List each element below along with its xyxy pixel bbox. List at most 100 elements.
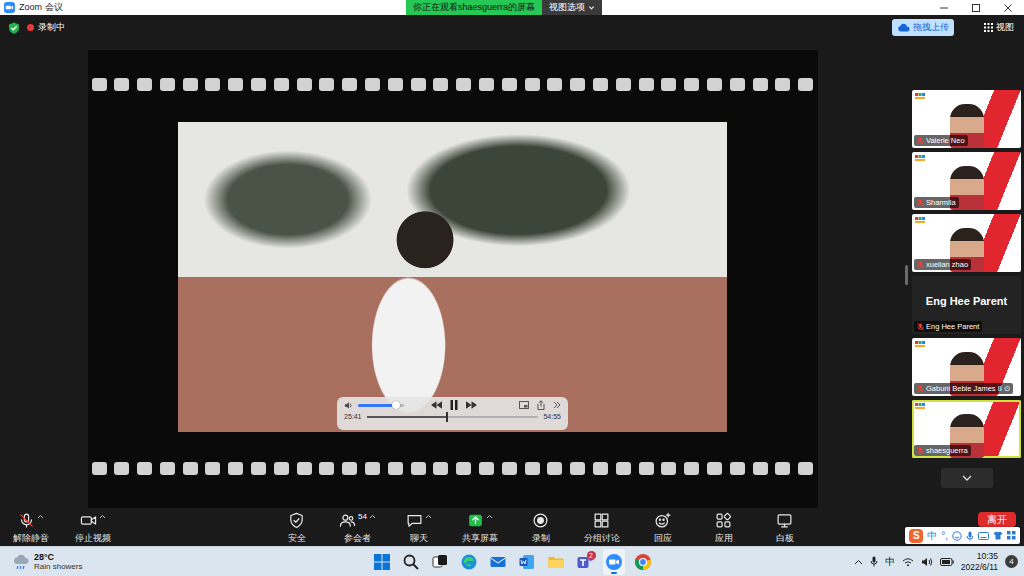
participant-name-label: Valerie Neo (914, 135, 968, 146)
battery-icon[interactable] (940, 558, 954, 566)
volume-slider[interactable] (358, 404, 404, 407)
participant-tile[interactable]: Sharmila (912, 152, 1021, 210)
pause-icon[interactable] (450, 400, 458, 410)
leave-button[interactable]: 离开 (978, 512, 1016, 527)
weather-widget[interactable]: 28°CRain showers (0, 552, 371, 572)
input-method-indicator[interactable]: 中 (885, 555, 895, 569)
shared-screen-stage: 25:4154:55 (0, 40, 905, 510)
taskbar-app[interactable] (371, 549, 393, 575)
film-hole (365, 462, 380, 475)
close-button[interactable] (992, 0, 1024, 15)
taskbar-app[interactable] (458, 549, 480, 575)
meeting-top-bar: 录制中 拖拽上传 视图 (0, 15, 1024, 40)
taskbar-app[interactable] (487, 549, 509, 575)
mic-muted-icon (917, 261, 924, 269)
toolbox-grid-icon[interactable] (1007, 531, 1016, 540)
view-options-button[interactable]: 视图选项 (542, 0, 602, 15)
toolbar-button[interactable]: 共享屏幕 (449, 510, 510, 546)
share-icon (467, 512, 484, 529)
progress-slider[interactable] (367, 416, 539, 418)
toolbar-button[interactable]: 录制 (510, 510, 571, 546)
recording-indicator[interactable]: 录制中 (27, 21, 65, 34)
clock-time: 10:35 (977, 551, 998, 562)
toolbar-button[interactable]: 回应 (632, 510, 693, 546)
fast-forward-icon[interactable] (466, 401, 477, 409)
taskbar-app[interactable] (429, 549, 451, 575)
toolbar-button[interactable]: 安全 (266, 510, 327, 546)
film-hole (114, 462, 129, 475)
keyboard-icon[interactable] (978, 532, 989, 540)
mic-muted-icon (917, 385, 924, 393)
film-hole (160, 462, 175, 475)
taskbar-app[interactable] (516, 549, 538, 575)
clock[interactable]: 10:352022/6/11 (961, 551, 998, 573)
ime-punctuation[interactable]: °, (941, 530, 948, 541)
video-icon (80, 512, 97, 529)
toolbar-button-label: 应用 (715, 532, 733, 545)
taskbar-app[interactable] (545, 549, 567, 575)
taskbar-app[interactable] (632, 549, 654, 575)
caret-up-icon[interactable] (37, 514, 44, 519)
toolbar-button[interactable]: 停止视频 (62, 510, 124, 546)
picture-in-picture-icon[interactable] (519, 401, 529, 409)
film-hole (661, 462, 676, 475)
micoff-icon (18, 512, 35, 529)
taskbar-app[interactable] (603, 549, 625, 575)
participant-tile[interactable]: shaesguerra (912, 400, 1021, 458)
rooms-icon (593, 512, 610, 529)
skin-shirt-icon[interactable] (993, 531, 1003, 540)
film-hole (251, 78, 266, 91)
film-hole (92, 78, 107, 91)
film-hole (570, 462, 585, 475)
speaker-icon[interactable] (921, 557, 933, 567)
film-hole (730, 462, 745, 475)
film-hole (137, 78, 152, 91)
notification-badge[interactable]: 4 (1005, 555, 1018, 568)
school-logo-icon (915, 341, 925, 348)
caret-up-icon[interactable] (486, 514, 493, 519)
toolbar-button[interactable]: 54参会者 (327, 510, 388, 546)
show-hidden-icons-icon[interactable] (854, 559, 863, 565)
maximize-button[interactable] (960, 0, 992, 15)
caret-up-icon[interactable] (99, 514, 106, 519)
caret-up-icon[interactable] (425, 514, 432, 519)
ime-mode[interactable]: 中 (927, 529, 937, 543)
film-hole (616, 462, 631, 475)
upload-button[interactable]: 拖拽上传 (892, 19, 954, 36)
toolbar-button[interactable]: 应用 (693, 510, 754, 546)
security-shield-icon[interactable] (8, 22, 20, 34)
cloud-icon (897, 23, 910, 32)
film-hole (205, 462, 220, 475)
apps-icon (715, 512, 732, 529)
toolbar-button[interactable]: 聊天 (388, 510, 449, 546)
taskbar-app[interactable]: 2 (574, 549, 596, 575)
volume-icon[interactable] (344, 401, 353, 410)
microphone-icon[interactable] (966, 531, 974, 541)
participant-tile[interactable]: Gabuni Bebie James II ⊙ (912, 338, 1021, 396)
close-icon (1003, 3, 1013, 13)
rewind-icon[interactable] (431, 401, 442, 409)
participant-tile[interactable]: xuelian zhao (912, 214, 1021, 272)
scrollbar[interactable] (905, 265, 908, 285)
toolbar-button[interactable]: 分组讨论 (571, 510, 632, 546)
emoji-icon[interactable] (952, 531, 962, 541)
participant-tile[interactable]: Eng Hee ParentEng Hee Parent (912, 276, 1021, 334)
taskbar-app[interactable] (400, 549, 422, 575)
more-participants-button[interactable] (941, 468, 993, 488)
zoom-logo-icon (4, 2, 15, 13)
toolbar-button[interactable]: 解除静音 (0, 510, 62, 546)
share-icon[interactable] (537, 400, 545, 410)
view-button[interactable]: 视图 (984, 21, 1014, 34)
film-hole (707, 462, 722, 475)
wifi-icon[interactable] (902, 557, 914, 567)
sogou-ime-bar[interactable]: S中°, (905, 527, 1020, 544)
toolbar-button[interactable]: 白板 (754, 510, 815, 546)
zoom-screen: Zoom 会议你正在观看shaesguerra的屏幕视图选项录制中拖拽上传视图2… (0, 0, 1024, 576)
participant-tile[interactable]: Valerie Neo (912, 90, 1021, 148)
toolbar-button-label: 聊天 (410, 532, 428, 545)
caret-up-icon[interactable] (369, 514, 376, 519)
film-hole (228, 78, 243, 91)
minimize-button[interactable] (928, 0, 960, 15)
expand-icon[interactable] (553, 401, 561, 409)
microphone-icon[interactable] (870, 556, 878, 567)
